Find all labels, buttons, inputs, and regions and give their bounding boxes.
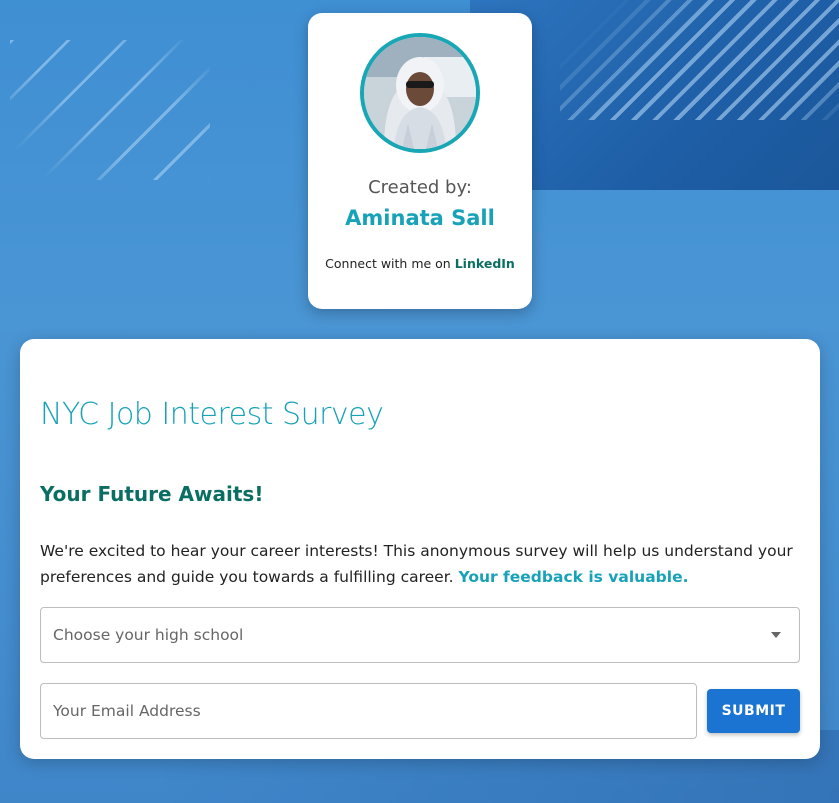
survey-card: NYC Job Interest Survey Your Future Awai… — [20, 339, 820, 759]
background-stripes-right — [560, 0, 839, 120]
avatar — [360, 33, 480, 153]
high-school-select-placeholder: Choose your high school — [53, 626, 244, 644]
survey-description: We're excited to hear your career intere… — [40, 538, 800, 590]
submit-button[interactable]: SUBMIT — [707, 689, 800, 733]
creator-card: Created by: Aminata Sall Connect with me… — [308, 13, 532, 309]
profile-photo-icon — [364, 37, 476, 149]
email-input[interactable] — [40, 683, 697, 739]
connect-line: Connect with me on LinkedIn — [308, 256, 532, 271]
linkedin-link[interactable]: LinkedIn — [455, 256, 515, 271]
survey-subtitle: Your Future Awaits! — [40, 482, 264, 506]
survey-title: NYC Job Interest Survey — [40, 397, 384, 432]
creator-name: Aminata Sall — [345, 206, 495, 230]
high-school-select[interactable]: Choose your high school — [40, 607, 800, 663]
background-stripes-left — [10, 40, 210, 180]
caret-down-icon — [771, 632, 781, 638]
connect-text: Connect with me on — [325, 256, 455, 271]
description-highlight: Your feedback is valuable. — [458, 568, 689, 586]
created-by-label: Created by: — [368, 177, 472, 198]
